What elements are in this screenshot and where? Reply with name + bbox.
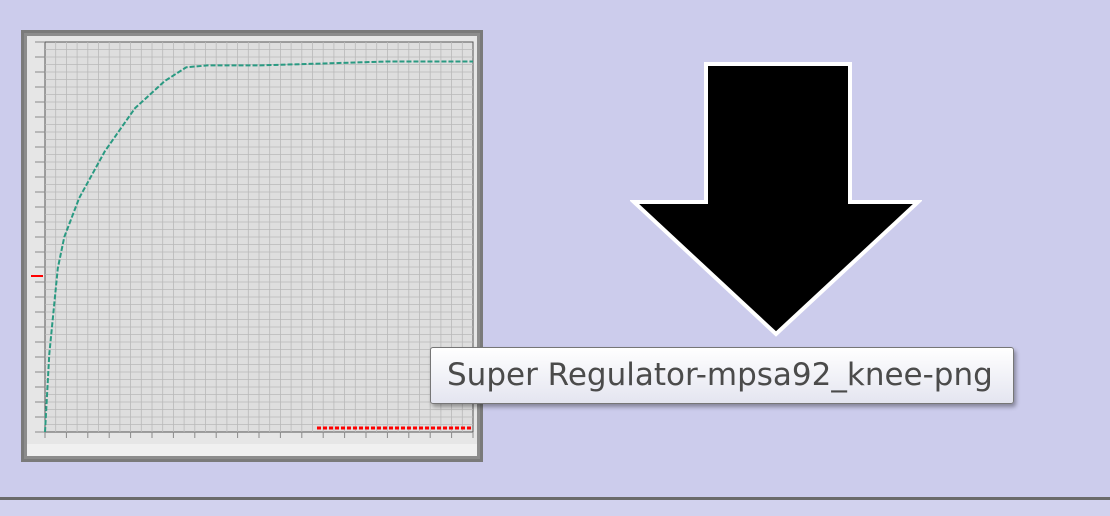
knee-graph-image: [27, 36, 477, 456]
down-arrow-icon: [630, 62, 922, 337]
knee-curve-chart: [27, 41, 477, 456]
image-thumbnail[interactable]: [21, 30, 483, 462]
thumbnail-footer: [27, 444, 477, 456]
filename-tooltip: Super Regulator-mpsa92_knee-png: [430, 347, 1014, 404]
bottom-bar: [0, 500, 1110, 516]
